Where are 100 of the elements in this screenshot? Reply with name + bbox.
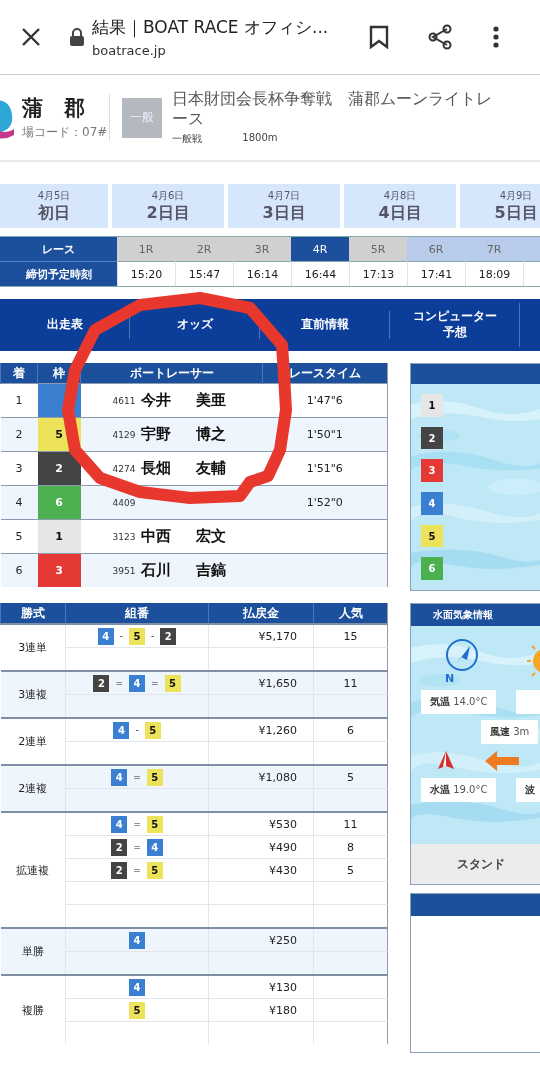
day-date: 4月8日 — [383, 188, 417, 203]
deadline-time: 16:44 — [291, 261, 349, 286]
deadline-time: 18:09 — [465, 261, 523, 286]
race-header: レース — [0, 237, 117, 261]
boat-number-badge: 2 — [160, 627, 177, 645]
deadline-time: 17:13 — [349, 261, 407, 286]
separator: = — [133, 865, 141, 875]
popularity-cell: 5 — [313, 858, 388, 882]
payout-amount: ¥5,170 — [208, 624, 314, 648]
boat-number-badge: 4 — [97, 627, 114, 645]
racer-number: 4274 — [111, 463, 137, 474]
page-url[interactable]: boatrace.jp — [92, 43, 357, 58]
boat-number-badge: 4 — [421, 492, 443, 515]
separator: - — [151, 631, 155, 641]
more-icon[interactable] — [493, 26, 499, 48]
day-label: 4日目 — [378, 202, 422, 224]
boat-number-badge: 4 — [129, 931, 145, 949]
boat-number-badge: 2 — [421, 426, 443, 450]
bet-type-cell: 2連複 — [0, 765, 66, 812]
popularity-cell: 11 — [313, 671, 388, 695]
separator: = — [133, 842, 141, 852]
boat-number-badge: 4 — [111, 768, 128, 786]
deadline-time: 15:47 — [175, 261, 233, 286]
day-date: 4月9日 — [499, 188, 533, 203]
close-icon[interactable] — [20, 26, 42, 48]
boat-number-badge: 3 — [421, 459, 443, 482]
column-header: 勝式 — [0, 603, 66, 624]
payout-amount: ¥1,260 — [208, 718, 314, 742]
wave-height: 波 — [516, 778, 540, 802]
venue-code: 場コード：07# — [22, 124, 108, 141]
race-title: 日本財団会長杯争奪戦 蒲郡ムーンライトレース — [172, 89, 494, 128]
day-date: 4月6日 — [151, 188, 185, 203]
popularity-cell: 11 — [313, 812, 388, 836]
nav-tab[interactable]: オッズ — [130, 311, 260, 339]
boat-number-badge: 4 — [146, 838, 163, 856]
share-icon[interactable] — [427, 24, 453, 50]
bookmark-icon[interactable] — [369, 25, 389, 49]
boat-number-badge: 5 — [421, 524, 443, 548]
day-tab[interactable]: 4月9日 5日目 — [460, 184, 540, 228]
race-tab[interactable]: 6R — [407, 237, 465, 261]
place-cell: 2 — [0, 417, 38, 452]
race-tab[interactable]: 5R — [349, 237, 407, 261]
racer-number: 4409 — [111, 497, 137, 508]
race-tab[interactable]: 2R — [175, 237, 233, 261]
separator: = — [133, 819, 141, 829]
day-tab[interactable]: 4月5日 初日 — [0, 184, 108, 228]
page-title: 結果｜BOAT RACE オフィシ... — [92, 16, 330, 39]
racer-surname: 石川 — [140, 561, 172, 580]
wind-speed: 風速 3m — [481, 720, 539, 744]
day-tab[interactable]: 4月7日 3日目 — [228, 184, 340, 228]
boat-number-badge: 2 — [111, 861, 128, 879]
nav-tab[interactable]: 出走表 — [0, 311, 130, 339]
separator: - — [119, 631, 123, 641]
column-header: 組番 — [65, 603, 209, 624]
racer-given-name: 宏文 — [195, 527, 227, 546]
column-header: ボートレーサー — [80, 363, 263, 384]
race-tab[interactable]: 3R — [233, 237, 291, 261]
boat-number-badge: 4 — [129, 674, 145, 692]
boat-number-badge: 5 — [146, 815, 163, 833]
boat-number-badge: 5 — [164, 674, 181, 692]
race-tab[interactable]: 7R — [465, 237, 523, 261]
boat-number-badge: 6 — [421, 557, 443, 581]
racer-surname: 中西 — [140, 527, 172, 546]
race-tab[interactable]: 1R — [117, 237, 175, 261]
racer-surname: 宇野 — [140, 425, 172, 444]
race-type: 一般戦 — [172, 131, 203, 146]
day-tab[interactable]: 4月8日 4日目 — [344, 184, 456, 228]
payout-amount: ¥530 — [208, 812, 314, 836]
day-date: 4月7日 — [267, 188, 301, 203]
column-header: 人気 — [313, 603, 388, 624]
bet-type-cell: 3連単 — [0, 624, 66, 671]
racer-number: 4129 — [111, 429, 137, 440]
racer-given-name: 友輔 — [195, 459, 227, 478]
payout-amount: ¥130 — [208, 975, 314, 999]
day-date: 4月5日 — [37, 188, 71, 203]
popularity-cell: 6 — [313, 718, 388, 742]
boat-number-badge: 4 — [111, 815, 128, 833]
boat-number-badge: 6 — [37, 486, 81, 519]
nav-tab[interactable]: 直前情報 — [260, 311, 390, 339]
bet-type-cell: 複勝 — [0, 975, 66, 1044]
deadline-time: 15:20 — [117, 261, 175, 286]
boat-number-badge: 2 — [111, 838, 128, 856]
flag-icon — [437, 750, 455, 772]
boat-number-badge: 5 — [146, 861, 163, 879]
deadline-header: 締切予定時刻 — [0, 261, 117, 286]
deadline-time: 17:41 — [407, 261, 465, 286]
boat-number-badge: 2 — [93, 674, 110, 692]
racer-number: 3951 — [111, 565, 137, 576]
boat-number-badge: 5 — [129, 1001, 145, 1019]
day-tab[interactable]: 4月6日 2日目 — [112, 184, 224, 228]
racer-given-name: 吉鎬 — [195, 561, 227, 580]
lock-icon — [70, 28, 84, 46]
wind-arrow-icon — [485, 751, 519, 771]
column-header: 着 — [0, 363, 38, 384]
nav-tab[interactable]: コンピューター予想 — [390, 303, 520, 347]
popularity-cell: 8 — [313, 835, 388, 859]
race-distance: 1800m — [242, 131, 278, 145]
boat-number-badge: 1 — [421, 394, 443, 417]
popularity-cell: 15 — [313, 624, 388, 648]
race-tab[interactable]: 4R — [291, 237, 349, 261]
